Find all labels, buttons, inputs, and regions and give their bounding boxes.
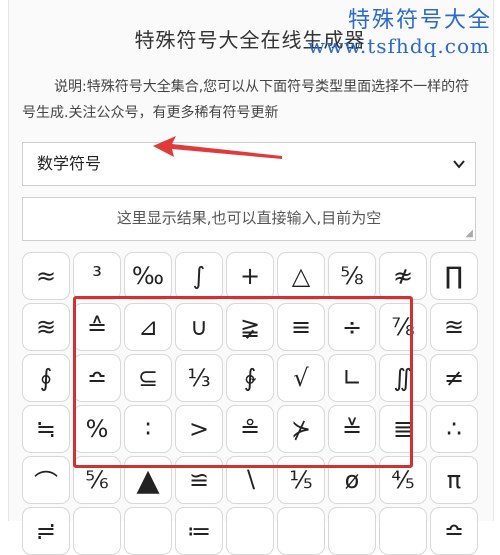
symbol-button[interactable] [379,507,427,555]
symbol-button[interactable]: ⅝ [328,252,376,300]
symbol-button[interactable]: + [226,252,274,300]
symbol-button[interactable] [124,507,172,555]
symbol-button[interactable]: π [430,456,478,504]
page-description: 说明:特殊符号大全集合,您可以从下面符号类型里面选择不一样的符号生成.关注公众号… [22,79,470,121]
symbol-button[interactable]: ≈ [22,252,70,300]
annotation-arrow-icon [153,136,282,159]
watermark-url: www.tsfhdq.com [307,34,490,58]
symbol-button[interactable] [226,507,274,555]
symbol-button[interactable]: ≠ [430,354,478,402]
symbol-button[interactable] [277,507,325,555]
watermark-title: 特殊符号大全 [347,8,492,33]
symbol-button[interactable]: ≊ [430,303,478,351]
category-select-value: 数学符号 [37,154,102,173]
symbol-button[interactable] [73,507,121,555]
symbol-button[interactable]: ∫ [175,252,223,300]
symbol-button[interactable]: ≒ [22,405,70,453]
symbol-button[interactable]: ≓ [22,507,70,555]
symbol-button[interactable]: △ [277,252,325,300]
highlight-box [73,296,413,468]
symbol-button[interactable]: ≉ [379,252,427,300]
chevron-down-icon [453,143,465,201]
symbol-button[interactable]: ∏ [430,252,478,300]
symbol-button[interactable]: ∴ [430,405,478,453]
symbol-button[interactable]: ≏ [430,507,478,555]
symbol-button[interactable]: ∮ [22,354,70,402]
symbol-button[interactable] [328,507,376,555]
result-placeholder: 这里显示结果,也可以直接输入,目前为空 [116,209,382,227]
resize-grip-icon[interactable]: ◢ [465,229,473,239]
symbol-button[interactable]: ≔ [175,507,223,555]
symbol-button[interactable]: ⌒ [22,456,70,504]
symbol-button[interactable]: ‰ [124,252,172,300]
symbol-button[interactable]: ≋ [22,303,70,351]
symbol-button[interactable]: ³ [73,252,121,300]
result-textarea[interactable]: 这里显示结果,也可以直接输入,目前为空 ◢ [22,197,476,241]
